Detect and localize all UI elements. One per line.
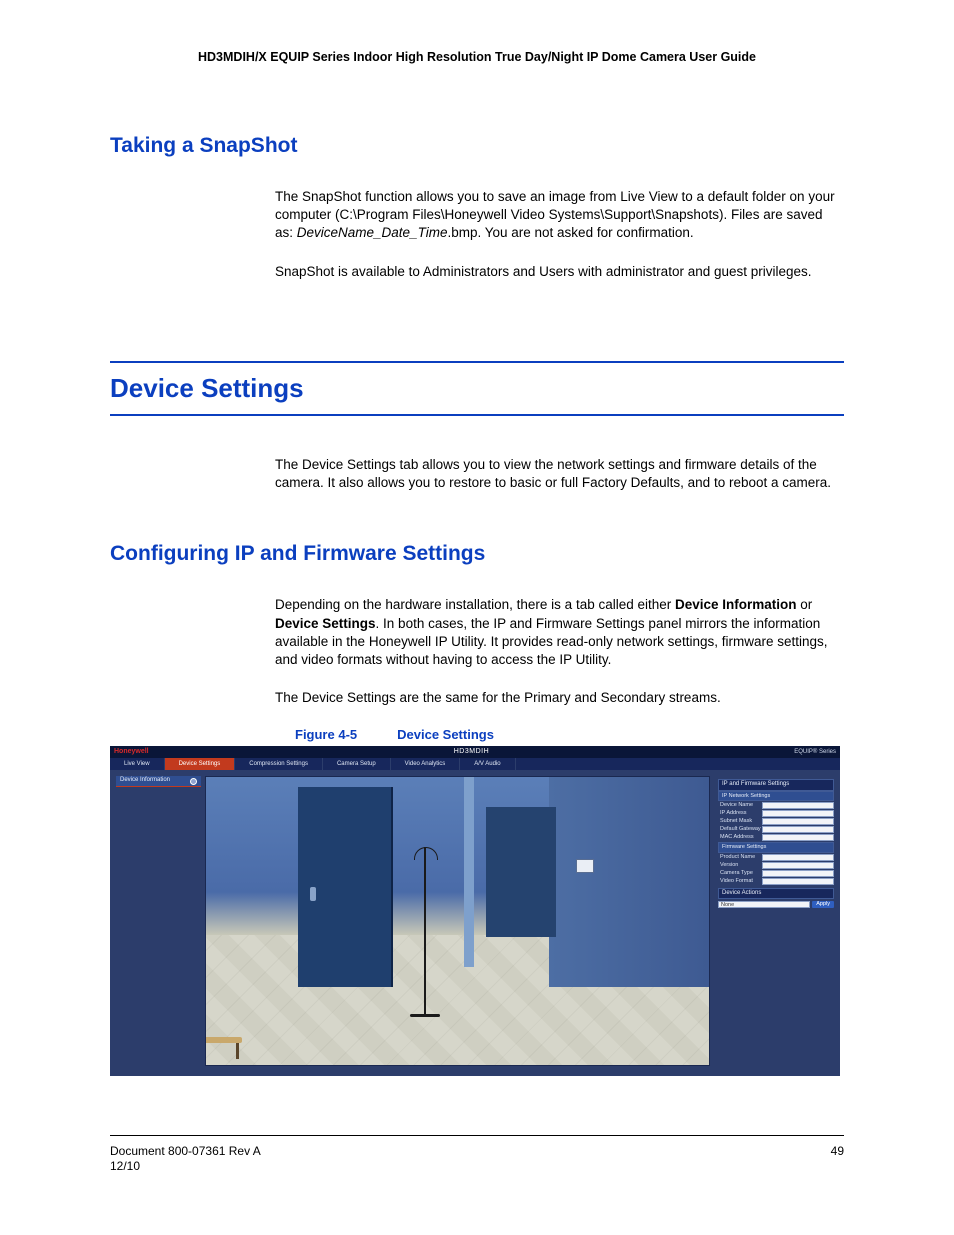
configuring-paragraph-1: Depending on the hardware installation, … — [275, 596, 844, 669]
value — [762, 854, 834, 861]
label: Video Format — [718, 878, 762, 885]
brand-logo: Honeywell — [114, 748, 149, 756]
apply-button[interactable]: Apply — [812, 901, 834, 908]
snapshot-paragraph-2: SnapShot is available to Administrators … — [275, 263, 844, 281]
label: Version — [718, 862, 762, 869]
chair-graphic — [205, 999, 248, 1059]
value — [762, 802, 834, 809]
text: .bmp. You are not asked for confirmation… — [447, 225, 693, 240]
term-device-information: Device Information — [675, 597, 797, 612]
text: Depending on the hardware installation, … — [275, 597, 675, 612]
document-date: 12/10 — [110, 1159, 261, 1175]
heading-snapshot: Taking a SnapShot — [110, 134, 844, 158]
field-mac-address: MAC Address — [718, 834, 834, 841]
label: Default Gateway — [718, 826, 762, 833]
document-id: Document 800-07361 Rev A — [110, 1144, 261, 1160]
nav-tabs: Live View Device Settings Compression Se… — [110, 758, 840, 770]
field-subnet-mask: Subnet Mask — [718, 818, 834, 825]
left-sidebar: Device Information — [116, 776, 201, 789]
field-camera-type: Camera Type — [718, 870, 834, 877]
figure-label: Figure 4-5 — [295, 727, 357, 742]
value — [762, 862, 834, 869]
figure-title: Device Settings — [397, 727, 494, 742]
coatstand-graphic — [424, 847, 426, 1017]
device-settings-paragraph: The Device Settings tab allows you to vi… — [275, 456, 844, 492]
value — [762, 878, 834, 885]
page-header: HD3MDIH/X EQUIP Series Indoor High Resol… — [110, 50, 844, 64]
term-device-settings: Device Settings — [275, 616, 376, 631]
tab-av-audio[interactable]: A/V Audio — [460, 758, 515, 770]
value — [762, 834, 834, 841]
panel-sub-firmware: Firmware Settings — [718, 842, 834, 853]
action-select[interactable]: None — [718, 901, 810, 908]
tab-video-analytics[interactable]: Video Analytics — [391, 758, 461, 770]
tab-live-view[interactable]: Live View — [110, 758, 165, 770]
panel-section-device-actions: Device Actions — [718, 888, 834, 899]
figure-caption: Figure 4-5 Device Settings — [295, 727, 844, 742]
value — [762, 818, 834, 825]
page-footer: Document 800-07361 Rev A 12/10 49 — [110, 1135, 844, 1175]
door-graphic — [298, 787, 393, 987]
field-default-gateway: Default Gateway — [718, 826, 834, 833]
field-device-name: Device Name — [718, 802, 834, 809]
label: Subnet Mask — [718, 818, 762, 825]
configuring-paragraph-2: The Device Settings are the same for the… — [275, 689, 844, 707]
refresh-icon[interactable] — [190, 778, 197, 785]
page-number: 49 — [831, 1144, 844, 1175]
figure-screenshot: Honeywell HD3MDIH EQUIP® Series Live Vie… — [110, 746, 840, 1076]
snapshot-paragraph-1: The SnapShot function allows you to save… — [275, 188, 844, 243]
field-product-name: Product Name — [718, 854, 834, 861]
value — [762, 826, 834, 833]
label: MAC Address — [718, 834, 762, 841]
picture-graphic — [576, 859, 594, 873]
door-graphic — [486, 807, 556, 937]
label: IP Address — [718, 810, 762, 817]
device-information-label: Device Information — [120, 777, 170, 784]
panel-section-ip-firmware: IP and Firmware Settings — [718, 779, 834, 790]
series-label: EQUIP® Series — [794, 749, 836, 756]
filename-format: DeviceName_Date_Time — [297, 225, 448, 240]
panel-sub-ip-network: IP Network Settings — [718, 791, 834, 802]
value — [762, 870, 834, 877]
device-information-button[interactable]: Device Information — [116, 776, 201, 786]
field-video-format: Video Format — [718, 878, 834, 885]
app-titlebar: Honeywell HD3MDIH EQUIP® Series — [110, 746, 840, 758]
settings-panel: IP and Firmware Settings IP Network Sett… — [718, 776, 834, 908]
text: or — [797, 597, 813, 612]
tab-device-settings[interactable]: Device Settings — [165, 758, 236, 770]
field-ip-address: IP Address — [718, 810, 834, 817]
heading-device-settings: Device Settings — [110, 373, 844, 404]
wall-graphic — [549, 777, 709, 987]
label: Camera Type — [718, 870, 762, 877]
tab-compression-settings[interactable]: Compression Settings — [235, 758, 323, 770]
value — [762, 810, 834, 817]
model-label: HD3MDIH — [454, 748, 489, 756]
heading-configuring: Configuring IP and Firmware Settings — [110, 542, 844, 566]
tab-camera-setup[interactable]: Camera Setup — [323, 758, 391, 770]
pillar-graphic — [464, 777, 474, 967]
label: Product Name — [718, 854, 762, 861]
section-rule: Device Settings — [110, 361, 844, 416]
video-preview — [205, 776, 710, 1066]
label: Device Name — [718, 802, 762, 809]
field-version: Version — [718, 862, 834, 869]
